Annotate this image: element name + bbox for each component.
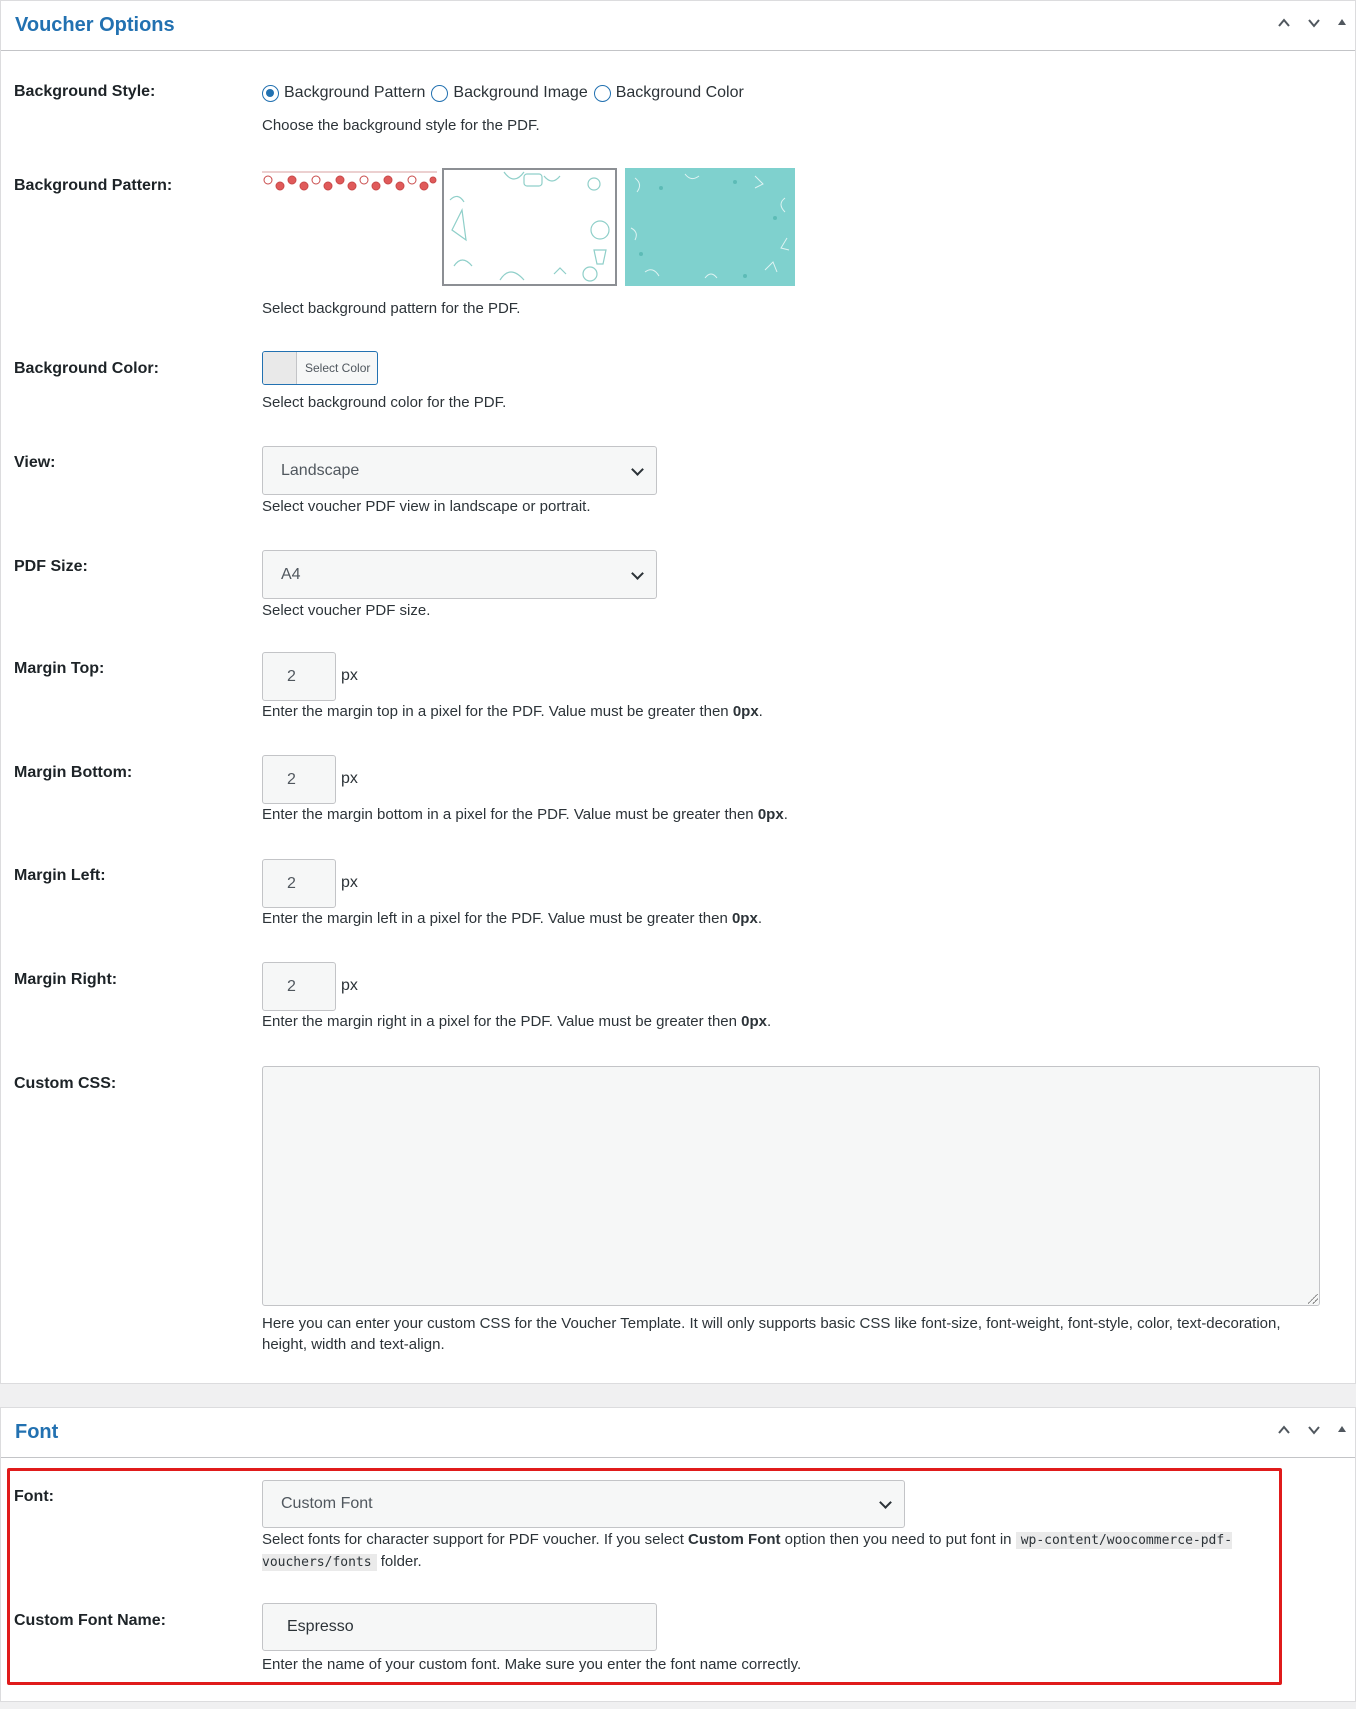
radio-checked-icon[interactable] (262, 84, 279, 102)
panel-header: Voucher Options (1, 1, 1355, 51)
custom-css-description: Here you can enter your custom CSS for t… (262, 1315, 1281, 1353)
margin-right-label: Margin Right: (14, 971, 118, 988)
background-color-description: Select background color for the PDF. (262, 394, 507, 411)
radio-background-color[interactable]: Background Color (593, 84, 744, 102)
panel-title: Voucher Options (15, 14, 175, 36)
custom-font-name-input[interactable]: Espresso (262, 1603, 657, 1651)
background-style-label: Background Style: (14, 83, 156, 100)
pdf-size-select[interactable]: A4 (262, 550, 657, 599)
pdf-size-select-value: A4 (281, 565, 301, 583)
view-label: View: (14, 454, 56, 471)
custom-css-textarea[interactable] (262, 1066, 1320, 1306)
pdf-size-description: Select voucher PDF size. (262, 602, 431, 619)
description-end: . (757, 910, 762, 927)
move-up-icon[interactable] (1273, 1422, 1295, 1444)
description-text: Enter the margin bottom in a pixel for t… (262, 806, 758, 823)
description-end: . (767, 1013, 772, 1030)
chevron-down-icon (879, 1496, 892, 1509)
background-color-label: Background Color: (14, 360, 159, 377)
description-bold: 0px (731, 910, 758, 927)
description-text: Enter the margin left in a pixel for the… (262, 910, 732, 927)
description-bold: 0px (741, 1013, 767, 1030)
description-end: folder. (376, 1553, 422, 1570)
margin-bottom-description: Enter the margin bottom in a pixel for t… (262, 804, 788, 825)
pattern-christmas-ornaments[interactable] (262, 168, 437, 286)
panel-header: Font (1, 1408, 1355, 1458)
margin-right-description: Enter the margin right in a pixel for th… (262, 1011, 771, 1032)
margin-top-unit: px (341, 667, 358, 684)
font-select-value: Custom Font (281, 1495, 373, 1512)
radio-label: Background Pattern (284, 84, 426, 101)
background-pattern-label: Background Pattern: (14, 177, 173, 194)
radio-label: Background Image (453, 84, 588, 101)
margin-bottom-label: Margin Bottom: (14, 764, 133, 781)
move-down-icon[interactable] (1303, 15, 1325, 37)
view-select-value: Landscape (281, 461, 360, 479)
description-end: . (758, 703, 763, 720)
custom-css-label: Custom CSS: (14, 1075, 117, 1092)
margin-left-input[interactable]: 2 (262, 859, 336, 908)
radio-background-pattern[interactable]: Background Pattern (262, 84, 425, 102)
custom-font-name-label: Custom Font Name: (14, 1612, 166, 1629)
pattern-teal-leaf[interactable] (625, 168, 795, 286)
view-select[interactable]: Landscape (262, 446, 657, 495)
background-style-radio-group: Background Pattern Background Image Back… (262, 84, 750, 102)
move-up-icon[interactable] (1273, 15, 1295, 37)
chevron-down-icon (631, 462, 644, 476)
toggle-panel-icon[interactable] (1331, 15, 1353, 37)
pdf-size-label: PDF Size: (14, 558, 88, 575)
select-color-label: Select Color (305, 361, 371, 375)
margin-top-description: Enter the margin top in a pixel for the … (262, 701, 763, 722)
custom-font-name-description: Enter the name of your custom font. Make… (262, 1656, 802, 1673)
background-style-description: Choose the background style for the PDF. (262, 117, 540, 134)
description-bold: 0px (757, 806, 784, 823)
description-text: Select fonts for character support for P… (262, 1531, 689, 1548)
select-color-button[interactable]: Select Color (262, 351, 378, 385)
margin-bottom-unit: px (341, 770, 358, 787)
radio-label: Background Color (615, 84, 744, 101)
pattern-outline-doodle[interactable] (442, 168, 617, 286)
font-select[interactable]: Custom Font (262, 1480, 905, 1528)
margin-bottom-input[interactable]: 2 (262, 755, 336, 804)
radio-background-image[interactable]: Background Image (431, 84, 588, 102)
radio-unchecked-icon[interactable] (431, 84, 449, 102)
description-end: . (783, 806, 788, 823)
description-text: option then you need to put font in (780, 1531, 1016, 1548)
margin-top-label: Margin Top: (14, 660, 105, 677)
view-description: Select voucher PDF view in landscape or … (262, 498, 591, 515)
description-text: Enter the margin top in a pixel for the … (262, 703, 733, 720)
margin-right-unit: px (341, 977, 358, 994)
margin-right-input[interactable]: 2 (262, 962, 336, 1011)
resize-handle-icon[interactable] (1308, 1294, 1318, 1304)
panel-title: Font (15, 1421, 59, 1443)
chevron-down-icon (631, 566, 644, 580)
toggle-panel-icon[interactable] (1331, 1422, 1353, 1444)
move-down-icon[interactable] (1303, 1422, 1325, 1444)
margin-left-label: Margin Left: (14, 867, 106, 884)
margin-left-description: Enter the margin left in a pixel for the… (262, 908, 762, 929)
background-pattern-description: Select background pattern for the PDF. (262, 300, 521, 317)
margin-top-input[interactable]: 2 (262, 652, 336, 701)
description-bold: Custom Font (688, 1531, 781, 1548)
margin-left-unit: px (341, 874, 358, 891)
font-label: Font: (14, 1488, 54, 1505)
font-description: Select fonts for character support for P… (262, 1529, 1262, 1573)
radio-unchecked-icon[interactable] (593, 84, 611, 102)
description-text: Enter the margin right in a pixel for th… (262, 1013, 742, 1030)
color-swatch (263, 352, 297, 384)
description-bold: 0px (732, 703, 759, 720)
